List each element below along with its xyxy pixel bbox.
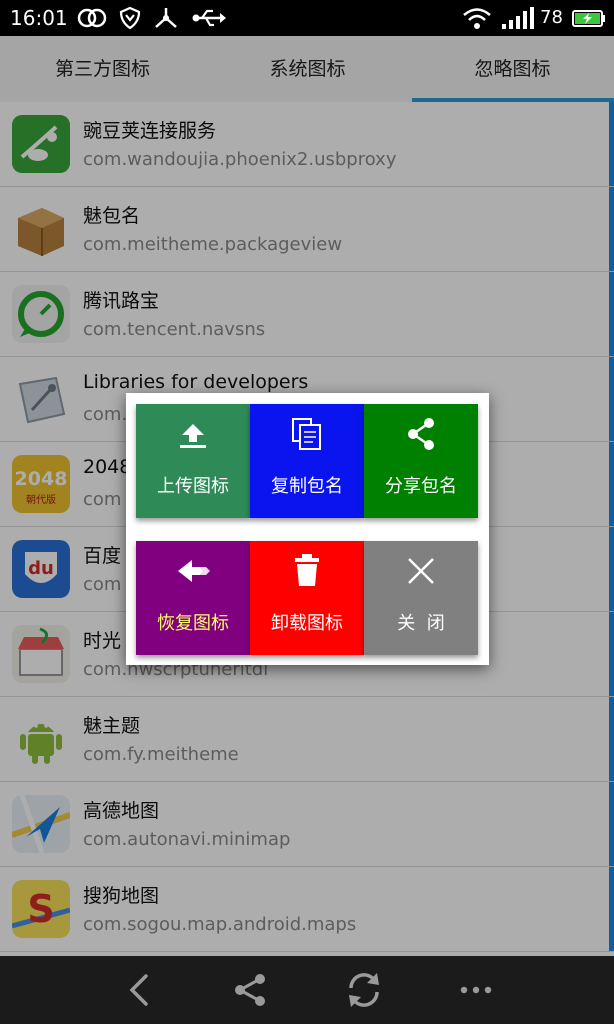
usb-debug-icon bbox=[155, 8, 177, 28]
close-label: 关 闭 bbox=[397, 613, 445, 634]
share-package-label: 分享包名 bbox=[385, 476, 457, 497]
share-icon[interactable] bbox=[231, 970, 271, 1010]
status-time: 16:01 bbox=[10, 6, 68, 30]
upload-icon-label: 上传图标 bbox=[157, 476, 229, 497]
upload-icon bbox=[180, 424, 206, 448]
more-icon[interactable] bbox=[456, 970, 496, 1010]
shield-icon bbox=[119, 6, 141, 30]
close-icon bbox=[408, 558, 434, 584]
wifi-icon bbox=[463, 8, 491, 29]
uninstall-icon-button[interactable]: 卸载图标 bbox=[250, 541, 364, 655]
copy-package-button[interactable]: 复制包名 bbox=[250, 404, 364, 518]
close-button[interactable]: 关 闭 bbox=[364, 541, 478, 655]
signal-icon bbox=[502, 7, 534, 29]
uninstall-icon-label: 卸载图标 bbox=[271, 613, 343, 634]
upload-icon-button[interactable]: 上传图标 bbox=[136, 404, 250, 518]
restore-icon-label: 恢复图标 bbox=[157, 613, 229, 634]
action-dialog: 上传图标 复制包名 分享包名 恢复图标 卸载图标 关 闭 bbox=[126, 393, 489, 665]
trash-icon bbox=[295, 554, 319, 586]
bottom-bar bbox=[0, 956, 614, 1024]
copy-package-label: 复制包名 bbox=[271, 476, 343, 497]
usb-icon bbox=[192, 9, 226, 27]
refresh-icon[interactable] bbox=[344, 970, 384, 1010]
restore-arrow-icon bbox=[178, 560, 210, 582]
restore-icon-button[interactable]: 恢复图标 bbox=[136, 541, 250, 655]
copy-icon bbox=[292, 418, 321, 450]
back-icon[interactable] bbox=[120, 970, 160, 1010]
link-icon bbox=[77, 8, 107, 28]
share-package-button[interactable]: 分享包名 bbox=[364, 404, 478, 518]
status-bar: 16:01 78 bbox=[0, 0, 614, 36]
battery-level: 78 bbox=[540, 7, 563, 28]
battery-charging-icon bbox=[572, 10, 605, 27]
share-icon bbox=[408, 418, 434, 450]
